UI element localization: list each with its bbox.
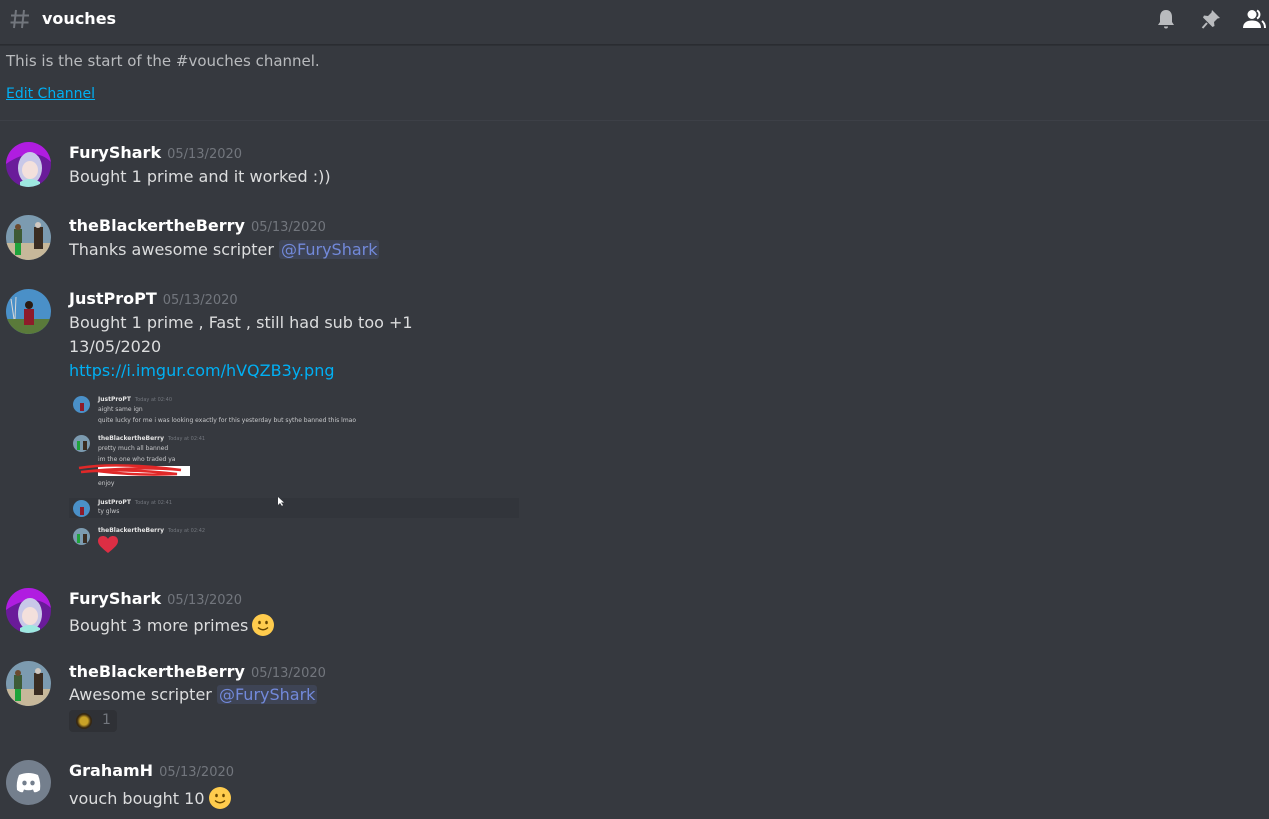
message-timestamp: 05/13/2020 — [162, 293, 238, 308]
message-timestamp: 05/13/2020 — [167, 593, 243, 608]
embed-username: JustProPT Today at 02:41 — [98, 499, 172, 506]
embed-username-text: theBlackertheBerry — [98, 527, 164, 534]
edit-channel-link[interactable]: Edit Channel — [6, 86, 95, 102]
embed-text: pretty much all banned — [98, 445, 169, 452]
embed-text: ty glws — [98, 508, 120, 515]
channel-header: vouches — [0, 0, 1269, 45]
username-text[interactable]: FuryShark — [69, 143, 161, 162]
avatar-theblackertheberry[interactable] — [6, 215, 51, 260]
embed-text: aight same ign — [98, 406, 143, 413]
message-text: Awesome scripter @FuryShark — [69, 685, 318, 704]
username-text[interactable]: JustProPT — [69, 289, 157, 308]
embed-username-text: theBlackertheBerry — [98, 435, 164, 442]
channel-intro-text: This is the start of the #vouches channe… — [6, 52, 320, 70]
embed-text: quite lucky for me i was looking exactly… — [98, 417, 357, 424]
custom-emoji-icon — [76, 713, 92, 729]
username-text[interactable]: theBlackertheBerry — [69, 662, 245, 681]
avatar-justpropt[interactable] — [6, 289, 51, 334]
slightly-smiling-face-icon — [208, 787, 231, 809]
message-username[interactable]: theBlackertheBerry 05/13/2020 — [69, 216, 326, 235]
message-username[interactable]: JustProPT 05/13/2020 — [69, 289, 238, 308]
embed-username-text: JustProPT — [98, 396, 131, 403]
divider — [0, 120, 1269, 121]
embed-avatar — [73, 396, 90, 413]
username-text[interactable]: theBlackertheBerry — [69, 216, 245, 235]
username-text[interactable]: GrahamH — [69, 761, 153, 780]
pin-icon[interactable] — [1199, 7, 1223, 31]
message-username[interactable]: GrahamH 05/13/2020 — [69, 761, 234, 780]
message-text: Bought 3 more primes — [69, 613, 275, 637]
username-text[interactable]: FuryShark — [69, 589, 161, 608]
embed-username: JustProPT Today at 02:40 — [98, 396, 172, 403]
mention-furyshark[interactable]: @FuryShark — [279, 240, 380, 259]
imgur-link[interactable]: https://i.imgur.com/hVQZB3y.png — [69, 361, 335, 380]
avatar-grahamh[interactable] — [6, 760, 51, 805]
slightly-smiling-face-icon — [252, 614, 275, 636]
message-timestamp: 05/13/2020 — [250, 666, 326, 681]
embed-username: theBlackertheBerry Today at 02:41 — [98, 435, 205, 442]
message-body: vouch bought 10 — [69, 789, 205, 808]
embed-avatar — [73, 528, 90, 545]
message-text: Bought 1 prime , Fast , still had sub to… — [69, 313, 413, 332]
avatar-theblackertheberry[interactable] — [6, 661, 51, 706]
message-username[interactable]: FuryShark 05/13/2020 — [69, 589, 242, 608]
hash-icon — [10, 9, 29, 29]
members-icon[interactable] — [1242, 7, 1266, 31]
embed-username: theBlackertheBerry Today at 02:42 — [98, 527, 205, 534]
embed-timestamp: Today at 02:41 — [134, 500, 172, 506]
reaction-count: 1 — [102, 712, 111, 728]
message-text: Thanks awesome scripter @FuryShark — [69, 240, 380, 259]
avatar-furyshark[interactable] — [6, 588, 51, 633]
avatar-furyshark[interactable] — [6, 142, 51, 187]
message-username[interactable]: theBlackertheBerry 05/13/2020 — [69, 662, 326, 681]
channel-name: vouches — [42, 9, 117, 28]
embed-username-text: JustProPT — [98, 499, 131, 506]
message-username[interactable]: FuryShark 05/13/2020 — [69, 143, 242, 162]
message-timestamp: 05/13/2020 — [250, 220, 326, 235]
message-text: vouch bought 10 — [69, 786, 232, 810]
attachment-image[interactable]: JustProPT Today at 02:40 aight same ign q… — [69, 391, 519, 556]
embed-avatar — [73, 500, 90, 517]
mention-furyshark[interactable]: @FuryShark — [216, 685, 318, 704]
embed-text: enjoy — [98, 480, 115, 487]
message-text: Bought 1 prime and it worked :)) — [69, 167, 331, 186]
embed-timestamp: Today at 02:42 — [167, 528, 206, 534]
bell-icon[interactable] — [1154, 7, 1178, 31]
message-text: 13/05/2020 — [69, 337, 162, 356]
redaction-scribble — [78, 464, 182, 476]
reaction-button[interactable]: 1 — [69, 710, 117, 732]
mouse-cursor-icon — [278, 497, 284, 506]
heart-icon — [98, 536, 118, 553]
message-body: Thanks awesome scripter — [69, 240, 280, 259]
message-body: Awesome scripter — [69, 685, 217, 704]
message-timestamp: 05/13/2020 — [159, 765, 235, 780]
embed-timestamp: Today at 02:40 — [134, 397, 172, 403]
embed-avatar — [73, 435, 90, 452]
message-timestamp: 05/13/2020 — [167, 147, 243, 162]
embed-timestamp: Today at 02:41 — [167, 436, 206, 442]
message-body: Bought 3 more primes — [69, 616, 249, 635]
